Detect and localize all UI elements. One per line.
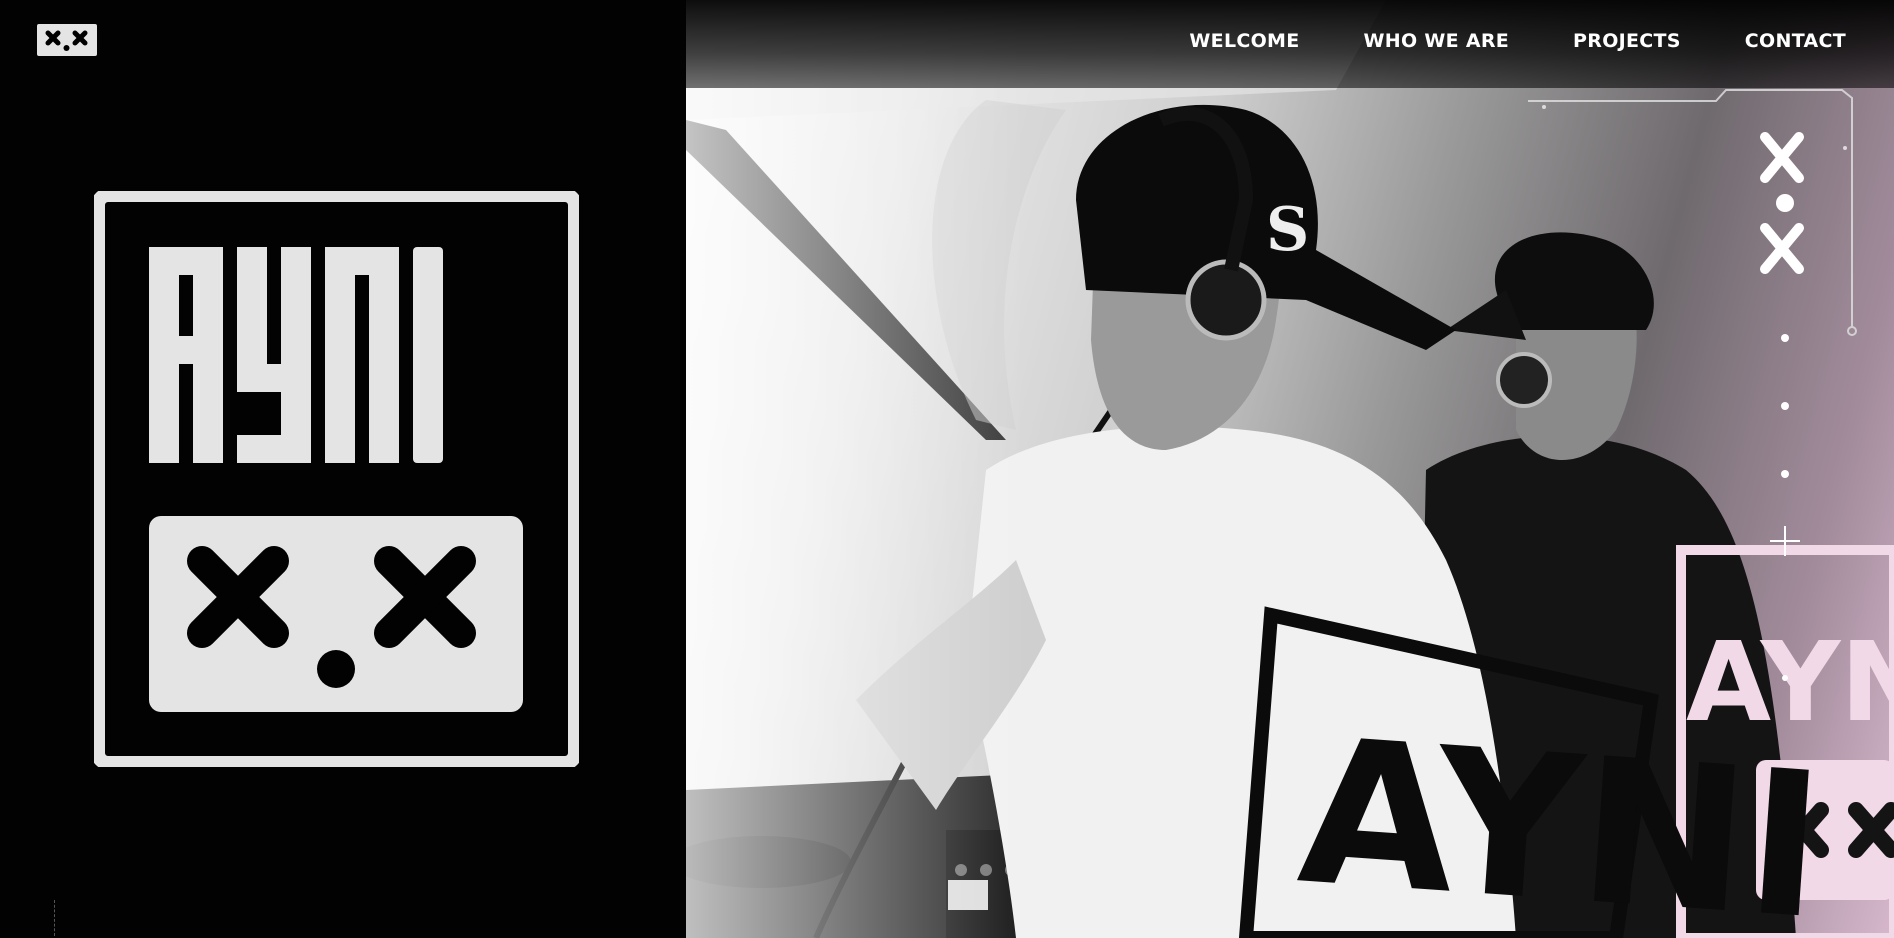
main-nav: WELCOME WHO WE ARE PROJECTS CONTACT xyxy=(1189,30,1846,52)
left-panel xyxy=(0,0,686,938)
nav-contact[interactable]: CONTACT xyxy=(1745,30,1846,52)
nav-who-we-are[interactable]: WHO WE ARE xyxy=(1364,30,1510,52)
dj-photo-illustration: AYNI S AYNI xyxy=(686,0,1894,938)
top-navigation-bar: WELCOME WHO WE ARE PROJECTS CONTACT xyxy=(686,0,1894,88)
nav-projects[interactable]: PROJECTS xyxy=(1573,30,1681,52)
svg-text:AYNI: AYNI xyxy=(1293,695,1830,938)
home-logo-link[interactable] xyxy=(37,24,97,56)
svg-text:S: S xyxy=(1266,195,1309,265)
ayni-logo xyxy=(94,191,579,767)
hero-photo: AYNI S AYNI xyxy=(686,0,1894,938)
nav-welcome[interactable]: WELCOME xyxy=(1189,30,1299,52)
x-dot-x-icon xyxy=(45,30,88,51)
scroll-indicator xyxy=(54,900,56,936)
